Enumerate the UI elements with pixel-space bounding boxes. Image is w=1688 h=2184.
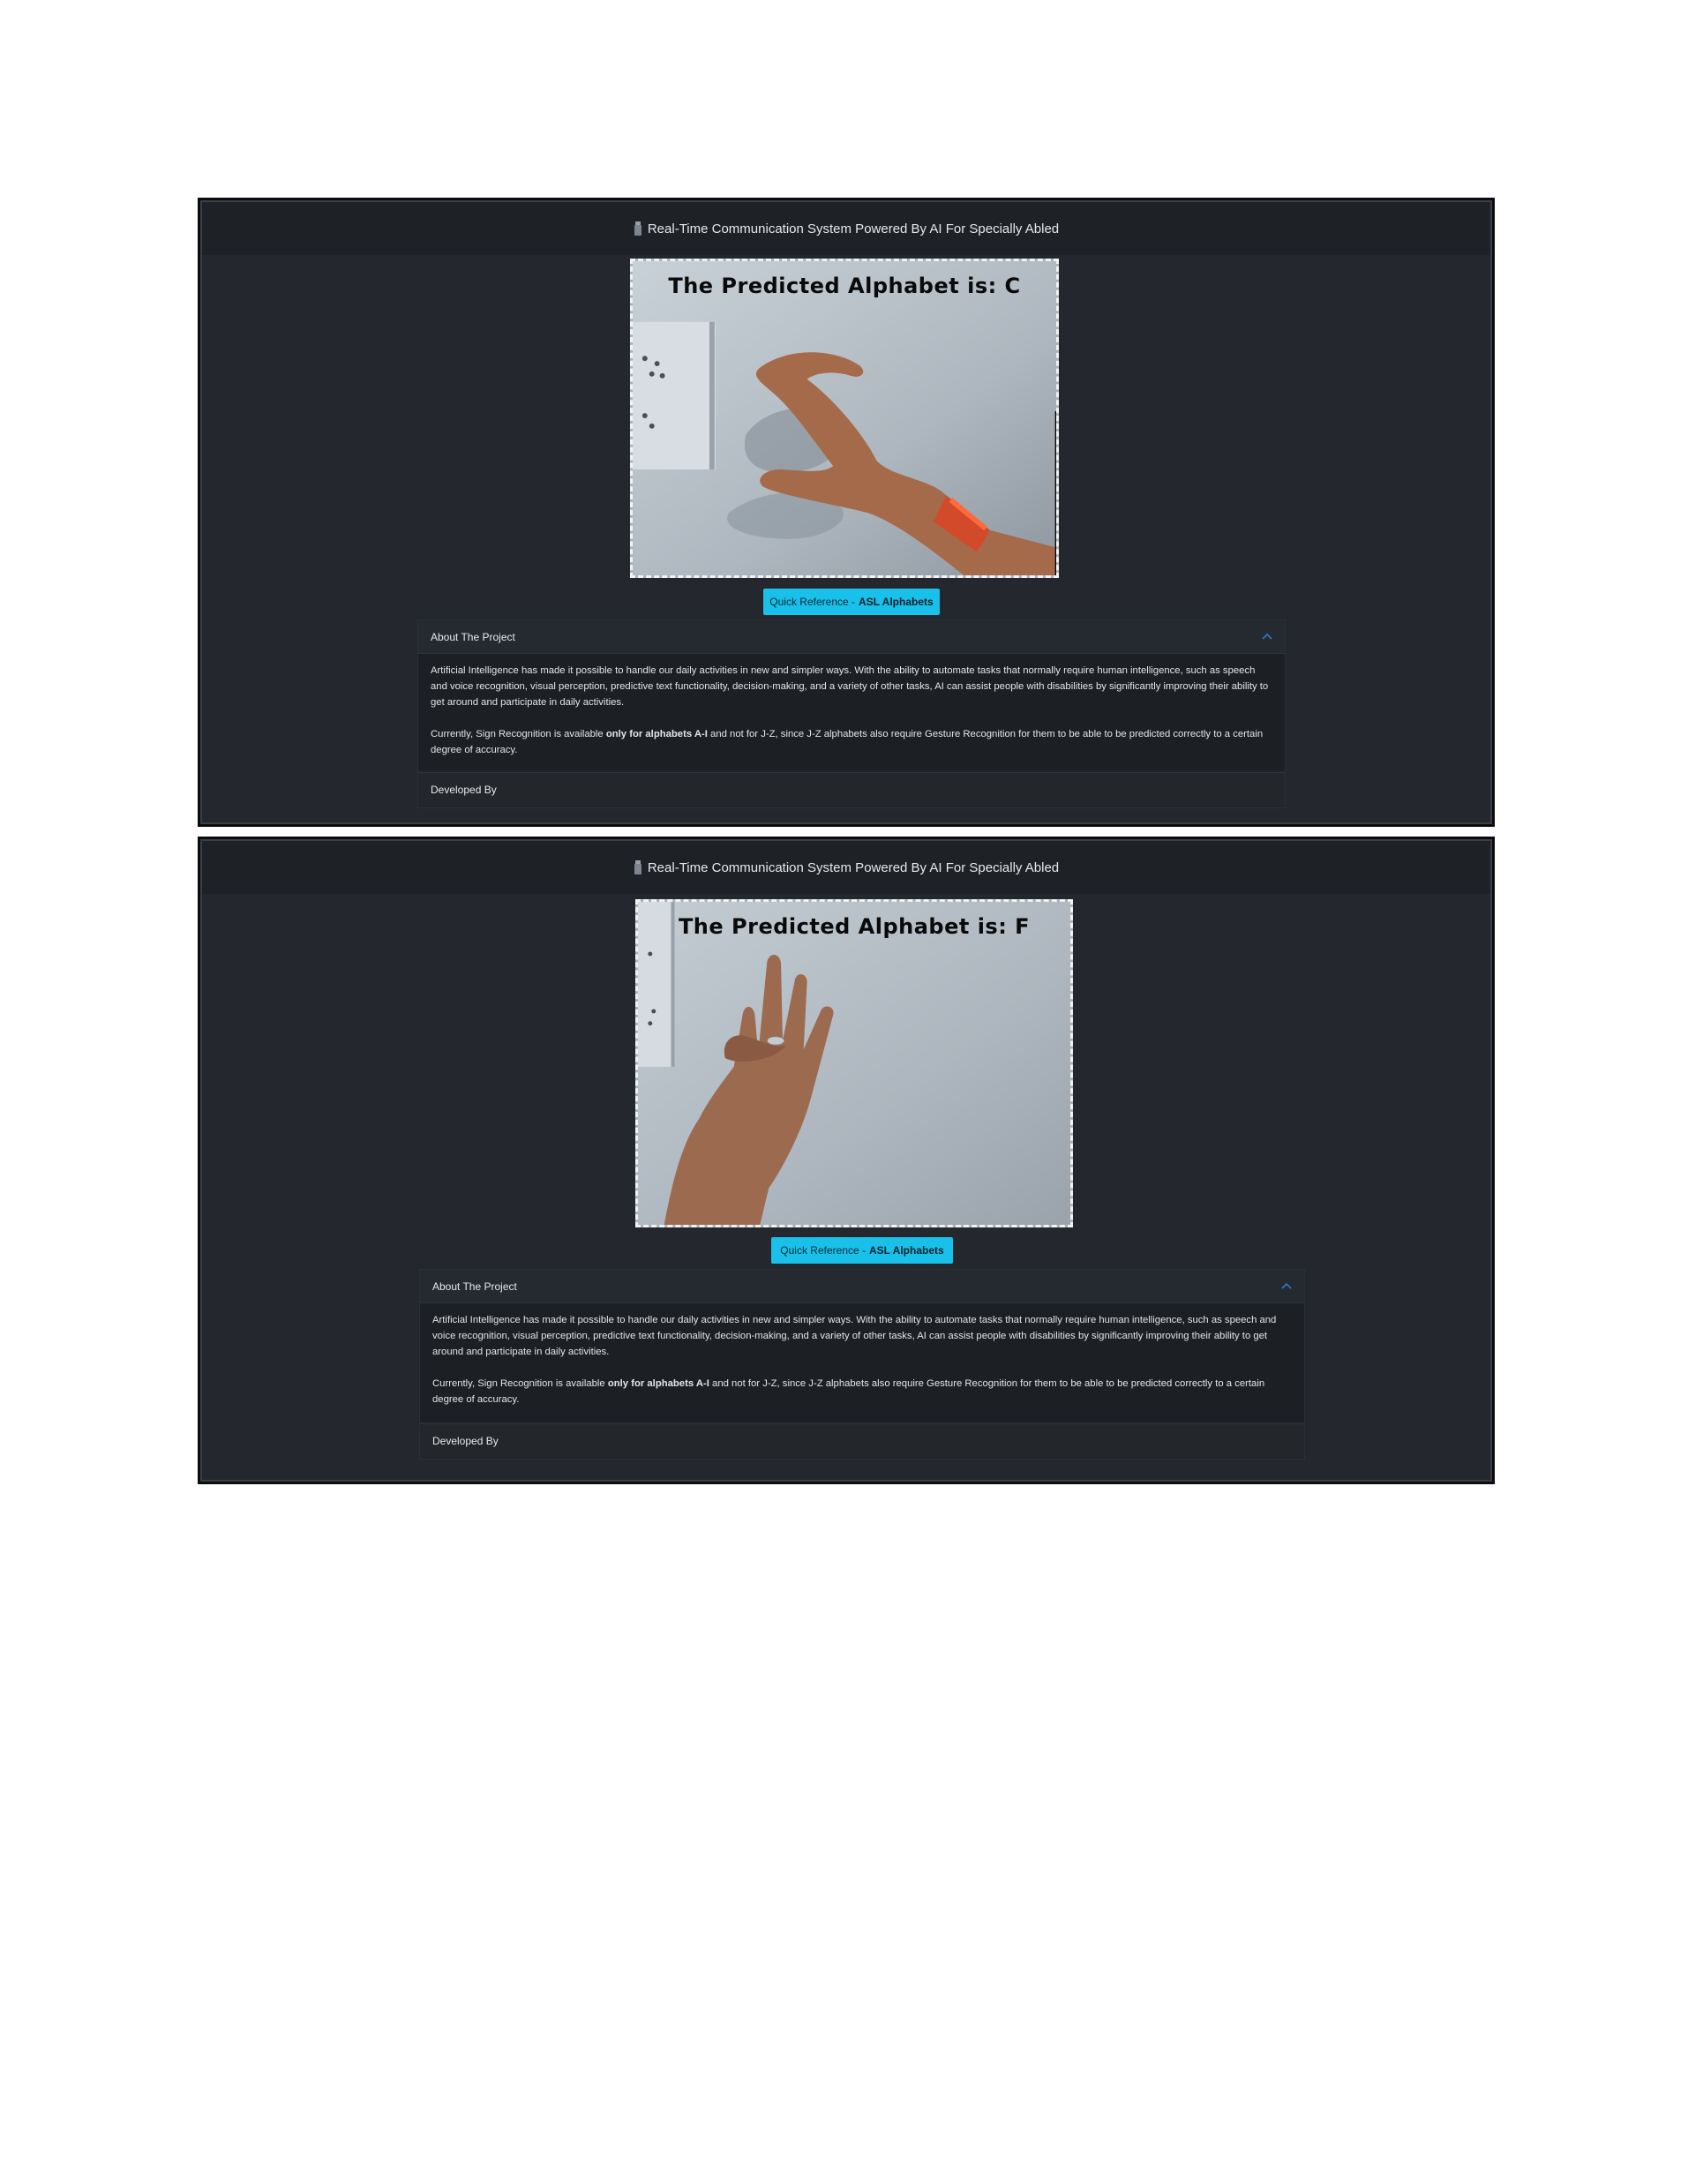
about-p2-pre: Currently, Sign Recognition is available [431,729,606,739]
quick-reference-bold: ASL Alphabets [859,596,934,608]
screenshot-1: Real-Time Communication System Powered B… [198,198,1495,827]
webcam-feed: The Predicted Alphabet is: F [635,899,1073,1227]
about-paragraph-2: Currently, Sign Recognition is available… [432,1376,1292,1407]
webcam-feed: The Predicted Alphabet is: C [630,259,1059,578]
about-accordion: About The Project Artificial Intelligenc… [419,1269,1305,1460]
quick-reference-prefix: Quick Reference - [780,1244,866,1257]
about-p2-pre: Currently, Sign Recognition is available [432,1378,608,1389]
prediction-label: The Predicted Alphabet is: C [668,274,1021,298]
quick-reference-prefix: Quick Reference - [769,596,855,608]
about-body: Artificial Intelligence has made it poss… [420,1303,1304,1422]
about-accordion-header[interactable]: About The Project [420,1270,1304,1303]
about-p2-bold: only for alphabets A-I [605,729,708,739]
developed-by-header[interactable]: Developed By [418,772,1285,806]
prediction-label: The Predicted Alphabet is: F [678,914,1031,939]
about-accordion: About The Project Artificial Intelligenc… [417,619,1286,808]
quick-reference-bold: ASL Alphabets [869,1244,944,1257]
developed-by-header[interactable]: Developed By [420,1423,1304,1457]
about-accordion-header[interactable]: About The Project [418,620,1285,654]
mouse-cursor-icon [1054,411,1056,575]
mouse-cursor-icon [980,1057,1073,1227]
quick-reference-button[interactable]: Quick Reference - ASL Alphabets [763,589,940,615]
app-logo-icon [634,860,641,874]
about-paragraph-2: Currently, Sign Recognition is available… [431,726,1272,758]
app-title: Real-Time Communication System Powered B… [647,221,1060,236]
app-logo-icon [634,221,641,236]
about-paragraph-1: Artificial Intelligence has made it poss… [432,1315,1277,1357]
app-title: Real-Time Communication System Powered B… [647,859,1060,875]
about-body: Artificial Intelligence has made it poss… [418,654,1285,770]
chevron-up-icon[interactable] [1281,1281,1292,1290]
developed-by-label: Developed By [432,1434,499,1447]
chevron-up-icon[interactable] [1262,632,1272,641]
about-header-label: About The Project [432,1280,517,1293]
developed-by-label: Developed By [431,783,497,796]
screenshot-2: Real-Time Communication System Powered B… [198,837,1495,1484]
about-header-label: About The Project [431,630,515,643]
navbar: Real-Time Communication System Powered B… [202,202,1490,255]
about-p2-bold: only for alphabets A-I [607,1378,709,1389]
quick-reference-button[interactable]: Quick Reference - ASL Alphabets [771,1237,953,1264]
navbar: Real-Time Communication System Powered B… [202,841,1490,894]
about-paragraph-1: Artificial Intelligence has made it poss… [431,665,1269,708]
